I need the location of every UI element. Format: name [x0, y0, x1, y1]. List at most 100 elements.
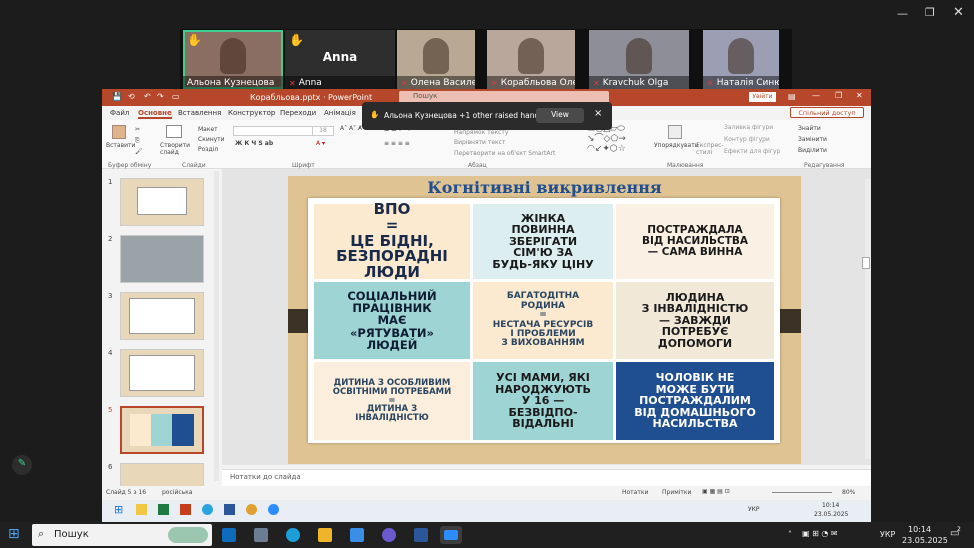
search-icon: ⌕	[38, 527, 45, 540]
chrome-icon[interactable]	[246, 504, 257, 515]
notes-toggle[interactable]: Нотатки	[622, 489, 648, 496]
ppt-search-label: Пошук	[413, 92, 438, 100]
participant-tile[interactable]: ✋ Альона Кузнецова	[183, 30, 283, 89]
ppt-restore-icon[interactable]: ❐	[835, 91, 842, 100]
align-icons[interactable]: ≡ ≡ ≡ ≡	[384, 140, 410, 147]
cut-icon[interactable]: ✂	[135, 126, 140, 133]
store-icon[interactable]	[350, 528, 364, 542]
notification-close-icon[interactable]: ×	[594, 108, 602, 119]
present-icon[interactable]: ▭	[172, 92, 180, 101]
smartart-button[interactable]: Перетворити на об'єкт SmartArt	[454, 150, 555, 157]
tab-design[interactable]: Конструктор	[228, 109, 275, 117]
language-indicator[interactable]: УКР	[880, 530, 895, 539]
outlook-icon[interactable]	[222, 528, 236, 542]
file-explorer-icon[interactable]	[318, 528, 332, 542]
cognitive-distortion-card: ПОСТРАЖДАЛА ВІД НАСИЛЬСТВА — САМА ВИННА	[616, 204, 774, 279]
ppt-close-icon[interactable]: ✕	[856, 91, 863, 100]
tab-transitions[interactable]: Переходи	[280, 109, 316, 117]
word-taskbar-icon[interactable]	[414, 528, 428, 542]
tab-home[interactable]: Основне	[138, 109, 172, 119]
thumbs-scrollbar[interactable]	[214, 171, 219, 481]
tray-icons[interactable]: ▣ ⊞ ◔ ✉	[802, 529, 838, 538]
participant-name-bar: ✕ Anna	[285, 76, 395, 89]
font-color-icon[interactable]: A ▾	[316, 140, 325, 147]
windows-start-icon[interactable]: ⊞	[8, 526, 20, 542]
view-button[interactable]: View	[536, 108, 584, 123]
tab-file[interactable]: Файл	[110, 109, 129, 117]
quick-styles-button[interactable]: Експрес-стилі	[696, 142, 724, 156]
redo-icon[interactable]: ↷	[157, 92, 164, 101]
powerpoint-icon[interactable]	[180, 504, 191, 515]
calculator-icon[interactable]	[254, 528, 268, 542]
shape-fill-button[interactable]: Заливка фігури	[724, 124, 773, 131]
paste-icon[interactable]	[112, 125, 126, 139]
tab-animations[interactable]: Анімація	[324, 109, 356, 117]
align-text-button[interactable]: Вирівняти текст	[454, 139, 505, 146]
slide-thumb-2[interactable]	[120, 235, 204, 283]
bold-button[interactable]: Ж К Ч S ab	[235, 140, 273, 147]
replace-button[interactable]: Замінити	[798, 136, 827, 143]
shape-outline-button[interactable]: Контур фігури	[724, 136, 770, 143]
participant-tile[interactable]: ✕Наталія Синюк	[703, 30, 779, 89]
new-slide-label[interactable]: Створити слайд	[160, 142, 190, 156]
arrange-icon[interactable]	[668, 125, 682, 139]
scroll-thumb[interactable]	[862, 257, 870, 269]
edge-icon[interactable]	[286, 528, 300, 542]
undo-icon[interactable]: ↶	[144, 92, 151, 101]
participant-name-bar: ✕Наталія Синюк	[703, 76, 779, 89]
copy-icon[interactable]: ⎘	[135, 137, 140, 145]
arrange-button[interactable]: Упорядкувати	[654, 142, 699, 149]
format-painter-icon[interactable]: 🖌	[135, 148, 143, 155]
ribbon-display-icon[interactable]: ▤	[788, 92, 796, 101]
notes-pane[interactable]: Нотатки до слайда	[222, 469, 871, 486]
new-slide-icon[interactable]	[166, 125, 182, 138]
increase-font-icon[interactable]: A˄ A˅ A̸	[340, 125, 362, 132]
share-button[interactable]: Спільний доступ	[790, 107, 864, 118]
explorer-icon[interactable]	[136, 504, 147, 515]
canvas-scrollbar[interactable]	[865, 179, 871, 459]
reset-button[interactable]: Скинути	[198, 136, 225, 143]
slide-canvas: Когнітивні викривлення ВПО = ЦЕ БІДНІ, Б…	[222, 169, 871, 465]
telegram-icon[interactable]	[202, 504, 213, 515]
find-button[interactable]: Знайти	[798, 125, 821, 132]
close-icon[interactable]: ✕	[953, 5, 964, 20]
shape-effects-button[interactable]: Ефекти для фігур	[724, 148, 780, 155]
slide-thumb-3[interactable]	[120, 292, 204, 340]
signin-button[interactable]: Увійти	[749, 92, 776, 102]
minimize-icon[interactable]: —	[897, 7, 908, 20]
muted-mic-icon: ✕	[593, 78, 600, 88]
slide-thumb-4[interactable]	[120, 349, 204, 397]
slide-thumb-5-selected[interactable]	[120, 406, 204, 454]
ppt-minimize-icon[interactable]: —	[812, 91, 820, 100]
zoom-taskbar-button[interactable]	[440, 526, 462, 544]
select-button[interactable]: Виділити	[798, 147, 827, 154]
inner-lang[interactable]: УКР	[748, 506, 760, 513]
participant-tile[interactable]: ✕ Kravchuk Olga	[589, 30, 689, 89]
annotate-pen-icon[interactable]: ✎	[12, 455, 32, 475]
language-status[interactable]: російська	[162, 489, 192, 496]
layout-button[interactable]: Макет	[198, 126, 218, 133]
word-icon[interactable]	[224, 504, 235, 515]
tab-insert[interactable]: Вставлення	[178, 109, 221, 117]
participant-tile[interactable]: Anna ✋ ✕ Anna	[285, 30, 395, 89]
font-size-select[interactable]: 18	[312, 126, 334, 136]
taskbar-search[interactable]: ⌕ Пошук	[32, 524, 212, 546]
excel-icon[interactable]	[158, 504, 169, 515]
comments-toggle[interactable]: Примітки	[662, 489, 691, 496]
slide-thumb-1[interactable]	[120, 178, 204, 226]
participant-tile[interactable]: ✕Корабльова Олена	[487, 30, 575, 89]
text-direction-button[interactable]: Напрямок тексту	[454, 129, 508, 136]
tray-overflow-icon[interactable]: ˄	[788, 530, 792, 539]
autosave-icon[interactable]: ⟲	[128, 92, 135, 101]
start-icon[interactable]: ⊞	[114, 503, 123, 516]
viber-icon[interactable]	[382, 528, 396, 542]
participant-tile[interactable]: ✕Олена Василенко	[397, 30, 475, 89]
view-icons[interactable]: ▣ ▦ ▤ ⊡	[702, 488, 730, 495]
zoom-app-icon[interactable]	[268, 504, 279, 515]
zoom-slider[interactable]	[772, 492, 832, 493]
paste-label[interactable]: Вставити	[106, 142, 135, 149]
section-button[interactable]: Розділ	[198, 146, 218, 153]
save-icon[interactable]: 💾	[112, 92, 122, 101]
restore-icon[interactable]: ❐	[925, 6, 935, 19]
paragraph-group-label: Абзац	[468, 162, 487, 169]
